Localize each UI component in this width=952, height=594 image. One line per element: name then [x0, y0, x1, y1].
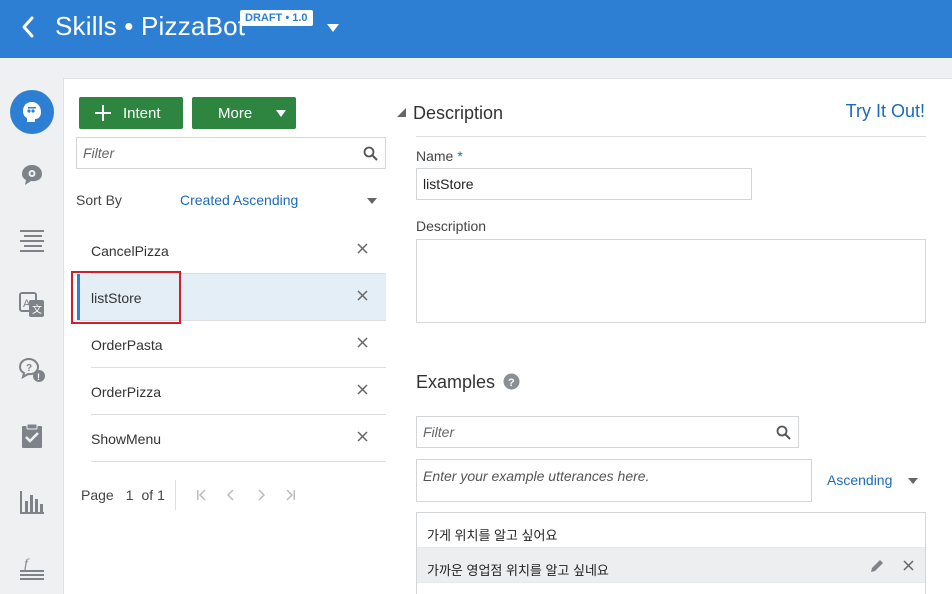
first-page-button[interactable]	[196, 489, 206, 501]
selection-indicator	[77, 274, 80, 320]
examples-filter	[416, 416, 799, 448]
version-menu-button[interactable]	[326, 20, 340, 32]
example-row[interactable]: 가게 위치를 알고 싶어요	[417, 513, 925, 548]
chevron-left-icon	[22, 16, 34, 38]
close-icon[interactable]	[903, 560, 914, 571]
prev-page-button[interactable]	[226, 489, 236, 501]
try-it-out-link[interactable]: Try It Out!	[846, 101, 925, 122]
nav-resource-bundles[interactable]: A 文	[10, 283, 54, 327]
svg-text:!: !	[37, 372, 40, 382]
close-icon[interactable]	[357, 290, 368, 301]
app-header: Skills • PizzaBot DRAFT • 1.0	[0, 0, 952, 58]
pencil-icon[interactable]	[869, 558, 885, 574]
page-number: 1	[125, 487, 134, 503]
pagination: Page 1 of 1	[81, 480, 306, 510]
intent-filter-input[interactable]	[77, 138, 385, 168]
last-page-icon	[286, 489, 295, 501]
intent-row-selected[interactable]: listStore	[77, 274, 386, 321]
description-field[interactable]	[416, 239, 926, 323]
translate-icon: A 文	[19, 292, 44, 317]
close-icon[interactable]	[357, 243, 368, 254]
utterance-input-box	[416, 459, 812, 502]
svg-text:?: ?	[26, 363, 32, 374]
intent-row[interactable]: OrderPizza	[91, 368, 386, 415]
utterance-input[interactable]	[417, 460, 811, 501]
intent-row[interactable]: OrderPasta	[91, 321, 386, 368]
robot-head-icon	[23, 102, 41, 122]
examples-list: 가게 위치를 알고 싶어요 가까운 영업점 위치를 알고 싶네요	[416, 512, 926, 594]
divider	[174, 480, 176, 510]
caret-down-icon[interactable]	[908, 478, 918, 484]
close-icon[interactable]	[357, 431, 368, 442]
close-icon[interactable]	[357, 337, 368, 348]
intent-name: CancelPizza	[91, 243, 169, 259]
required-mark: *	[457, 148, 463, 164]
chevron-left-icon	[226, 489, 234, 501]
more-button[interactable]: More	[192, 97, 296, 129]
last-page-button[interactable]	[286, 489, 296, 501]
more-label: More	[218, 104, 253, 122]
caret-down-icon[interactable]	[367, 198, 377, 204]
help-icon[interactable]: ?	[503, 373, 520, 390]
close-icon[interactable]	[357, 384, 368, 395]
name-field[interactable]	[416, 168, 752, 200]
name-label-text: Name	[416, 148, 454, 164]
nav-components[interactable]: f	[10, 546, 54, 590]
name-label: Name *	[416, 148, 463, 164]
sort-by-label: Sort By	[76, 192, 122, 208]
main-panel: Intent More Sort By Created Ascending Ca…	[63, 78, 952, 594]
intent-row[interactable]: ShowMenu	[91, 415, 386, 462]
intent-name: OrderPizza	[91, 384, 162, 400]
caret-down-icon	[327, 24, 339, 32]
plus-icon	[95, 105, 111, 121]
text-lines-icon	[20, 230, 44, 252]
intent-filter	[76, 137, 386, 169]
nav-intents[interactable]	[10, 90, 54, 134]
examples-title: Examples	[416, 372, 496, 392]
nav-insights[interactable]	[10, 480, 54, 524]
bar-chart-icon	[20, 491, 44, 514]
intent-row[interactable]: CancelPizza	[91, 227, 386, 274]
function-icon: f	[20, 557, 44, 580]
first-page-icon	[196, 489, 206, 501]
examples-filter-input[interactable]	[417, 417, 798, 447]
search-icon[interactable]	[363, 146, 378, 161]
sort-by-select[interactable]: Created Ascending	[180, 192, 298, 208]
intent-list: CancelPizza listStore OrderPasta OrderPi…	[77, 227, 386, 462]
svg-text:?: ?	[508, 377, 515, 389]
intent-name: ShowMenu	[91, 431, 162, 447]
page-total: of 1	[141, 487, 165, 503]
clipboard-check-icon	[22, 423, 42, 448]
nav-qna[interactable]: ? !	[10, 348, 54, 392]
example-text: 가까운 영업점 위치를 알고 싶네요	[427, 563, 609, 578]
svg-text:文: 文	[32, 303, 42, 316]
chevron-right-icon	[258, 489, 265, 501]
next-page-button[interactable]	[256, 489, 266, 501]
examples-sort-select[interactable]: Ascending	[827, 472, 892, 488]
page-title: Skills • PizzaBot	[55, 11, 246, 41]
search-icon[interactable]	[776, 425, 791, 440]
add-intent-label: Intent	[123, 104, 161, 122]
side-nav: A 文 ? ! f	[0, 58, 63, 594]
back-button[interactable]	[16, 12, 42, 42]
intent-name: listStore	[91, 290, 142, 306]
example-text: 가게 위치를 알고 싶어요	[427, 528, 558, 543]
collapse-icon[interactable]	[397, 108, 406, 117]
add-intent-button[interactable]: Intent	[79, 97, 183, 129]
divider	[416, 136, 926, 137]
chat-gear-icon	[22, 165, 42, 185]
intent-name: OrderPasta	[91, 337, 163, 353]
nav-entities[interactable]	[10, 153, 54, 197]
question-bubble-icon: ? !	[18, 357, 45, 382]
section-title: Description	[413, 103, 504, 123]
nav-quality[interactable]	[10, 414, 54, 458]
page-label: Page	[81, 487, 114, 503]
version-badge: DRAFT • 1.0	[240, 10, 313, 26]
nav-flows[interactable]	[10, 218, 54, 262]
svg-text:f: f	[24, 557, 30, 572]
caret-down-icon	[276, 109, 287, 117]
description-label: Description	[416, 218, 487, 234]
example-row[interactable]: 가까운 영업점 위치를 알고 싶네요	[417, 548, 925, 583]
